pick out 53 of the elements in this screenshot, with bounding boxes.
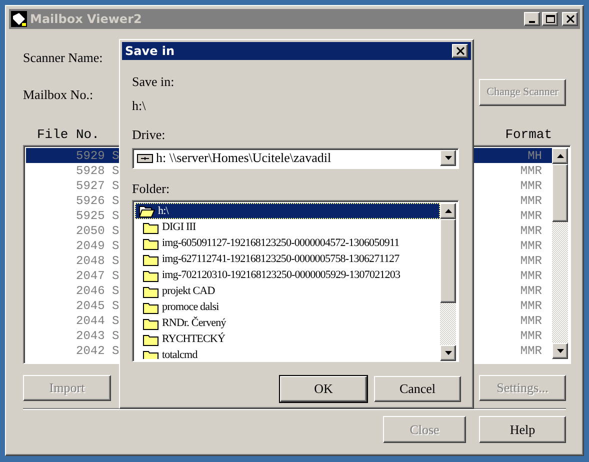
folder-item[interactable]: RYCHTECKÝ (135, 331, 440, 347)
window-title: Mailbox Viewer2 (30, 11, 142, 28)
open-folder-icon (139, 204, 155, 218)
drive-dropdown[interactable]: h: \\server\Homes\Ucitele\zavadil (132, 148, 459, 168)
file-number: 5926 S (76, 192, 120, 210)
folder-item[interactable]: img-627112741-192168123250-0000005758-1306271127 (135, 251, 440, 267)
scanner-name-label: Scanner Name: (23, 49, 103, 68)
folder-icon (143, 284, 159, 298)
network-drive-icon (137, 154, 153, 162)
format-cell-text: MH (528, 148, 542, 164)
folder-item[interactable]: RNDr. Červený (135, 315, 440, 331)
folder-icon (143, 348, 159, 359)
maximize-button[interactable] (542, 12, 558, 26)
mailbox-app-icon (11, 11, 27, 27)
folder-icon (143, 300, 159, 314)
cancel-button[interactable]: Cancel (374, 376, 461, 402)
folder-icon (143, 332, 159, 346)
ok-button[interactable]: OK (280, 376, 367, 402)
save-in-path: h:\ (132, 96, 147, 114)
help-button[interactable]: Help (479, 416, 566, 443)
maximize-icon (546, 15, 554, 23)
column-header[interactable]: File No. (37, 125, 100, 145)
folder-icon (143, 316, 159, 330)
folder-icon (143, 252, 159, 266)
folder-item[interactable]: DIGI III (135, 219, 440, 235)
folder-item[interactable]: h:\ (135, 203, 440, 219)
drive-label: Drive: (132, 126, 166, 144)
column-header[interactable]: Format (505, 125, 552, 145)
format-cell-text: MMR (520, 162, 542, 180)
minimize-button[interactable] (524, 12, 540, 26)
scrollbar[interactable] (440, 203, 456, 361)
file-number: 5929 S (76, 148, 120, 164)
scrollbar[interactable] (552, 148, 568, 359)
format-cell-text: MMR (520, 192, 542, 210)
close-button[interactable] (562, 12, 578, 26)
mailbox-number-label: Mailbox No.: (23, 86, 94, 104)
scroll-thumb[interactable] (552, 164, 568, 222)
folder-item[interactable]: img-702120310-192168123250-0000005929-1307021203 (135, 267, 440, 283)
drive-value: h: \\server\Homes\Ucitele\zavadil (156, 149, 332, 168)
folder-item[interactable]: img-605091127-192168123250-0000004572-1306050911 (135, 235, 440, 251)
close-icon (566, 15, 574, 23)
folder-item[interactable]: projekt CAD (135, 283, 440, 299)
folder-icon (143, 268, 159, 282)
scroll-thumb[interactable] (440, 219, 456, 303)
save-in-label: Save in: (132, 73, 176, 91)
close-icon (456, 47, 464, 55)
folder-item[interactable]: totalcmd (135, 347, 440, 359)
folder-label: Folder: (132, 180, 171, 198)
file-number: 5928 S (76, 162, 120, 180)
dialog-title: Save in (125, 43, 175, 60)
folder-item[interactable]: promoce dalsi (135, 299, 440, 315)
folder-icon (143, 236, 159, 250)
close-button[interactable] (452, 44, 468, 58)
